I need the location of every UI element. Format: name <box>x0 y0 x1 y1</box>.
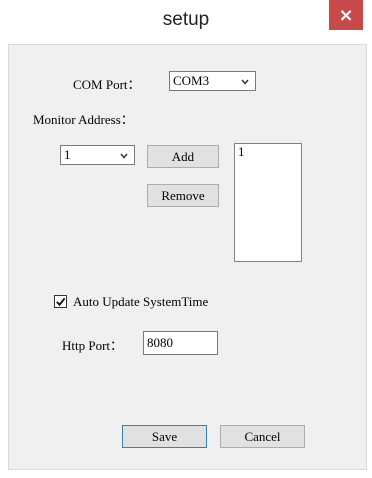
checkmark-icon <box>56 297 66 307</box>
list-item[interactable]: 1 <box>235 144 301 160</box>
monitor-address-label: Monitor Address： <box>33 112 134 127</box>
add-button[interactable]: Add <box>147 145 219 168</box>
remove-button-label: Remove <box>161 187 205 203</box>
cancel-button[interactable]: Cancel <box>220 425 305 448</box>
http-port-label: Http Port： <box>62 338 124 353</box>
auto-update-checkbox[interactable] <box>54 295 67 308</box>
chevron-down-icon <box>241 79 249 85</box>
save-button-label: Save <box>151 428 178 444</box>
remove-button[interactable]: Remove <box>147 184 219 207</box>
com-port-value: COM3 <box>173 73 210 88</box>
monitor-address-value: 1 <box>64 147 71 162</box>
dialog-content: COM Port： COM3 Monitor Address： 1 Add Re… <box>8 44 367 470</box>
http-port-input[interactable]: 8080 <box>143 331 218 355</box>
http-port-value: 8080 <box>147 335 173 350</box>
close-icon: × <box>338 4 354 26</box>
save-button[interactable]: Save <box>122 425 207 448</box>
com-port-label: COM Port： <box>73 77 141 92</box>
window-title: setup <box>162 9 210 30</box>
monitor-address-select[interactable]: 1 <box>60 145 135 165</box>
add-button-label: Add <box>171 148 195 164</box>
cancel-button-label: Cancel <box>244 428 281 444</box>
auto-update-label: Auto Update SystemTime <box>73 294 209 309</box>
setup-dialog: setup × COM Port： COM3 Monitor Address： … <box>0 0 372 478</box>
title-bar: setup × <box>0 0 372 44</box>
close-button[interactable]: × <box>329 0 363 30</box>
chevron-down-icon <box>120 153 128 159</box>
monitor-address-list[interactable]: 1 <box>234 143 302 262</box>
com-port-select[interactable]: COM3 <box>169 71 256 91</box>
